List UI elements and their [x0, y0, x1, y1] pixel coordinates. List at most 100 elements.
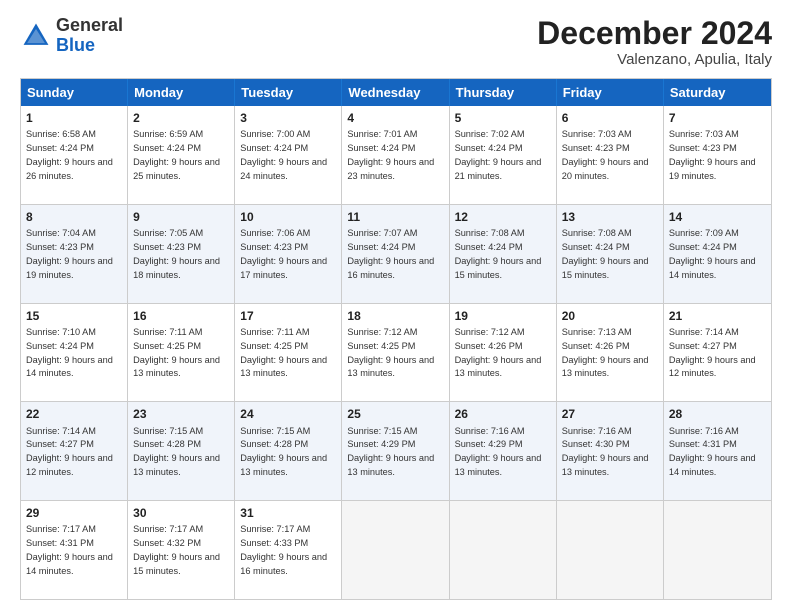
day-number: 18	[347, 308, 443, 324]
day-number: 10	[240, 209, 336, 225]
day-sunset: Sunset: 4:23 PM	[26, 242, 94, 252]
day-daylight: Daylight: 9 hours and 13 minutes.	[347, 355, 434, 379]
day-sunrise: Sunrise: 7:15 AM	[133, 426, 203, 436]
day-number: 17	[240, 308, 336, 324]
day-sunset: Sunset: 4:23 PM	[669, 143, 737, 153]
day-daylight: Daylight: 9 hours and 14 minutes.	[669, 256, 756, 280]
day-daylight: Daylight: 9 hours and 25 minutes.	[133, 157, 220, 181]
logo-general-text: General	[56, 15, 123, 35]
day-number: 21	[669, 308, 766, 324]
day-sunrise: Sunrise: 7:04 AM	[26, 228, 96, 238]
day-sunrise: Sunrise: 7:10 AM	[26, 327, 96, 337]
day-sunset: Sunset: 4:24 PM	[26, 341, 94, 351]
day-daylight: Daylight: 9 hours and 16 minutes.	[347, 256, 434, 280]
title-block: December 2024 Valenzano, Apulia, Italy	[537, 16, 772, 68]
day-sunrise: Sunrise: 7:17 AM	[26, 524, 96, 534]
day-cell-17: 17 Sunrise: 7:11 AM Sunset: 4:25 PM Dayl…	[235, 304, 342, 402]
day-sunrise: Sunrise: 7:08 AM	[455, 228, 525, 238]
day-sunset: Sunset: 4:26 PM	[562, 341, 630, 351]
day-sunrise: Sunrise: 7:03 AM	[562, 129, 632, 139]
day-daylight: Daylight: 9 hours and 16 minutes.	[240, 552, 327, 576]
header-saturday: Saturday	[664, 79, 771, 106]
day-daylight: Daylight: 9 hours and 19 minutes.	[669, 157, 756, 181]
day-sunrise: Sunrise: 7:09 AM	[669, 228, 739, 238]
day-daylight: Daylight: 9 hours and 12 minutes.	[26, 453, 113, 477]
day-sunrise: Sunrise: 7:17 AM	[240, 524, 310, 534]
day-sunset: Sunset: 4:32 PM	[133, 538, 201, 548]
day-sunset: Sunset: 4:24 PM	[26, 143, 94, 153]
day-number: 24	[240, 406, 336, 422]
day-number: 4	[347, 110, 443, 126]
day-sunset: Sunset: 4:27 PM	[669, 341, 737, 351]
day-sunrise: Sunrise: 7:07 AM	[347, 228, 417, 238]
day-cell-12: 12 Sunrise: 7:08 AM Sunset: 4:24 PM Dayl…	[450, 205, 557, 303]
day-cell-20: 20 Sunrise: 7:13 AM Sunset: 4:26 PM Dayl…	[557, 304, 664, 402]
logo-icon	[20, 20, 52, 52]
day-cell-19: 19 Sunrise: 7:12 AM Sunset: 4:26 PM Dayl…	[450, 304, 557, 402]
day-daylight: Daylight: 9 hours and 19 minutes.	[26, 256, 113, 280]
day-sunrise: Sunrise: 7:05 AM	[133, 228, 203, 238]
day-cell-25: 25 Sunrise: 7:15 AM Sunset: 4:29 PM Dayl…	[342, 402, 449, 500]
day-number: 20	[562, 308, 658, 324]
day-number: 25	[347, 406, 443, 422]
day-cell-11: 11 Sunrise: 7:07 AM Sunset: 4:24 PM Dayl…	[342, 205, 449, 303]
day-sunset: Sunset: 4:24 PM	[455, 242, 523, 252]
month-title: December 2024	[537, 16, 772, 51]
day-daylight: Daylight: 9 hours and 14 minutes.	[26, 552, 113, 576]
day-daylight: Daylight: 9 hours and 17 minutes.	[240, 256, 327, 280]
day-cell-26: 26 Sunrise: 7:16 AM Sunset: 4:29 PM Dayl…	[450, 402, 557, 500]
day-number: 8	[26, 209, 122, 225]
day-sunrise: Sunrise: 7:03 AM	[669, 129, 739, 139]
day-sunrise: Sunrise: 7:17 AM	[133, 524, 203, 534]
day-sunset: Sunset: 4:25 PM	[133, 341, 201, 351]
day-sunset: Sunset: 4:24 PM	[240, 143, 308, 153]
day-daylight: Daylight: 9 hours and 20 minutes.	[562, 157, 649, 181]
page: General Blue December 2024 Valenzano, Ap…	[0, 0, 792, 612]
day-sunrise: Sunrise: 7:13 AM	[562, 327, 632, 337]
day-sunset: Sunset: 4:31 PM	[669, 439, 737, 449]
day-sunset: Sunset: 4:29 PM	[455, 439, 523, 449]
day-number: 1	[26, 110, 122, 126]
day-cell-23: 23 Sunrise: 7:15 AM Sunset: 4:28 PM Dayl…	[128, 402, 235, 500]
day-daylight: Daylight: 9 hours and 13 minutes.	[562, 453, 649, 477]
day-daylight: Daylight: 9 hours and 15 minutes.	[562, 256, 649, 280]
day-cell-4: 4 Sunrise: 7:01 AM Sunset: 4:24 PM Dayli…	[342, 106, 449, 204]
day-cell-28: 28 Sunrise: 7:16 AM Sunset: 4:31 PM Dayl…	[664, 402, 771, 500]
day-cell-22: 22 Sunrise: 7:14 AM Sunset: 4:27 PM Dayl…	[21, 402, 128, 500]
day-sunset: Sunset: 4:25 PM	[347, 341, 415, 351]
day-cell-10: 10 Sunrise: 7:06 AM Sunset: 4:23 PM Dayl…	[235, 205, 342, 303]
day-sunrise: Sunrise: 7:16 AM	[562, 426, 632, 436]
day-daylight: Daylight: 9 hours and 13 minutes.	[240, 355, 327, 379]
day-number: 7	[669, 110, 766, 126]
header: General Blue December 2024 Valenzano, Ap…	[20, 16, 772, 68]
day-number: 9	[133, 209, 229, 225]
day-number: 31	[240, 505, 336, 521]
day-cell-15: 15 Sunrise: 7:10 AM Sunset: 4:24 PM Dayl…	[21, 304, 128, 402]
day-number: 15	[26, 308, 122, 324]
day-number: 27	[562, 406, 658, 422]
day-number: 14	[669, 209, 766, 225]
day-cell-9: 9 Sunrise: 7:05 AM Sunset: 4:23 PM Dayli…	[128, 205, 235, 303]
calendar-row-2: 8 Sunrise: 7:04 AM Sunset: 4:23 PM Dayli…	[21, 205, 771, 304]
day-number: 30	[133, 505, 229, 521]
calendar-header: Sunday Monday Tuesday Wednesday Thursday…	[21, 79, 771, 106]
day-daylight: Daylight: 9 hours and 13 minutes.	[455, 355, 542, 379]
day-cell-7: 7 Sunrise: 7:03 AM Sunset: 4:23 PM Dayli…	[664, 106, 771, 204]
day-number: 5	[455, 110, 551, 126]
calendar-row-5: 29 Sunrise: 7:17 AM Sunset: 4:31 PM Dayl…	[21, 501, 771, 599]
day-number: 12	[455, 209, 551, 225]
day-daylight: Daylight: 9 hours and 13 minutes.	[562, 355, 649, 379]
day-sunrise: Sunrise: 7:06 AM	[240, 228, 310, 238]
day-cell-31: 31 Sunrise: 7:17 AM Sunset: 4:33 PM Dayl…	[235, 501, 342, 599]
day-sunrise: Sunrise: 7:14 AM	[26, 426, 96, 436]
day-cell-21: 21 Sunrise: 7:14 AM Sunset: 4:27 PM Dayl…	[664, 304, 771, 402]
day-number: 11	[347, 209, 443, 225]
header-thursday: Thursday	[450, 79, 557, 106]
day-cell-16: 16 Sunrise: 7:11 AM Sunset: 4:25 PM Dayl…	[128, 304, 235, 402]
day-sunset: Sunset: 4:30 PM	[562, 439, 630, 449]
day-number: 13	[562, 209, 658, 225]
day-sunset: Sunset: 4:23 PM	[562, 143, 630, 153]
day-sunset: Sunset: 4:27 PM	[26, 439, 94, 449]
empty-cell	[557, 501, 664, 599]
header-tuesday: Tuesday	[235, 79, 342, 106]
